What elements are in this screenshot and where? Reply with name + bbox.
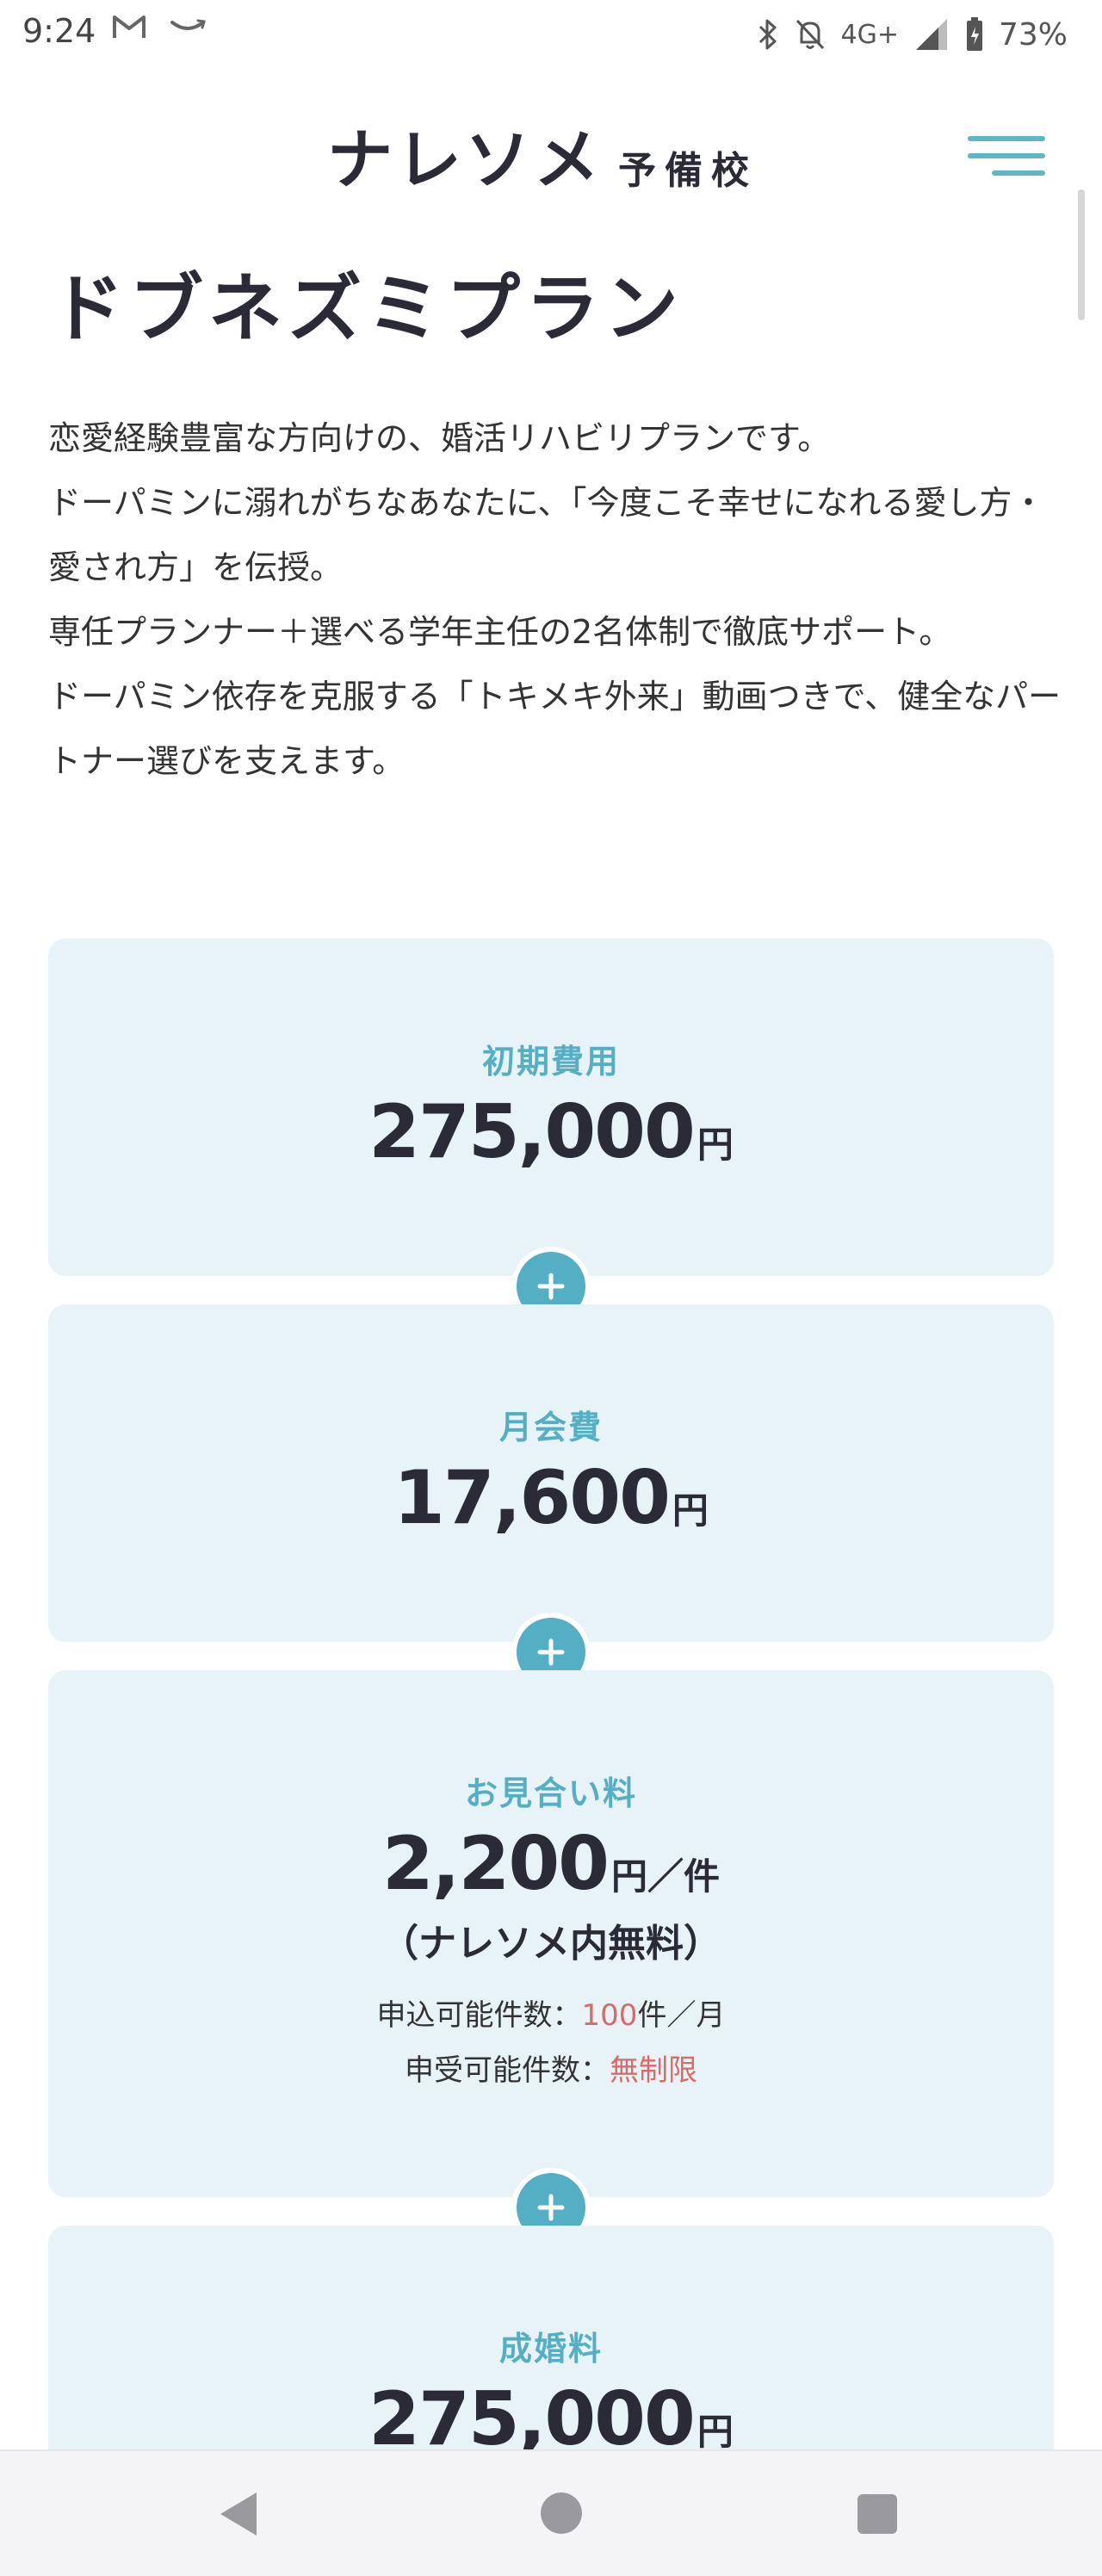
status-time: 9:24 [22,12,96,50]
status-bar: 9:24 4G+ 73% [0,0,1102,69]
plan-description: 恋愛経験豊富な方向けの、婚活リハビリプランです。 ドーパミンに溺れがちなあなたに… [48,406,1064,794]
navigation-bar [0,2449,1102,2576]
description-line: ドーパミン依存を克服する「トキメキ外来」動画つきで、健全なパートナー選びを支えま… [48,678,1062,780]
back-icon[interactable] [217,2491,260,2537]
amazon-icon [170,19,206,30]
gmail-icon [113,15,145,38]
status-icons: 4G+ 73% [757,10,1068,59]
price-label: 月会費 [498,1409,603,1446]
price-number: 17,600 [393,1455,671,1541]
price-label: 初期費用 [481,1043,620,1081]
apply-limit-value: 100 [581,1998,638,2033]
price-number: 2,200 [381,1821,610,1907]
logo-main-text: ナレソメ [327,121,603,198]
page-title: ドブネズミプラン [50,266,684,352]
description-line: 専任プランナー＋選べる学年主任の2名体制で徹底サポート。 [48,613,952,651]
price-unit: 円 [696,1124,734,1166]
hamburger-menu-icon[interactable] [968,136,1045,188]
price-card-omiai: お見合い料 2,200円／件 （ナレソメ内無料） 申込可能件数：100件／月 申… [48,1670,1054,2197]
price-unit: 円 [696,2411,734,2453]
battery-percent: 73% [998,16,1068,53]
apply-limit-label: 申込可能件数： [376,1998,582,2033]
receive-limit-label: 申受可能件数： [405,2053,610,2088]
apply-limit: 申込可能件数：100件／月 [48,1988,1054,2043]
page-scrollbar[interactable] [1078,189,1085,320]
site-header: ナレソメ 予備校 [0,103,1102,215]
price-unit: 円 [672,1489,709,1532]
price-card-monthly: 月会費 17,600円 [48,1304,1054,1642]
price-value: 2,200円／件 [48,1821,1054,1907]
price-per: ／件 [647,1855,721,1898]
network-type: 4G+ [840,19,899,50]
price-label: お見合い料 [464,1774,637,1812]
price-number: 275,000 [368,1089,696,1175]
price-value: 17,600円 [48,1455,1054,1541]
signal-icon [915,19,947,50]
home-icon[interactable] [541,2492,582,2534]
mute-icon [796,19,824,50]
price-unit: 円 [611,1855,648,1898]
logo-sub-text: 予備校 [618,149,758,193]
battery-icon [966,17,982,51]
price-value: 275,000円 [48,1089,1054,1175]
description-line: 恋愛経験豊富な方向けの、婚活リハビリプランです。 [48,419,831,457]
apply-limit-suffix: 件／月 [637,1998,726,2033]
description-line: ドーパミンに溺れがちなあなたに、「今度こそ幸せになれる愛し方・愛され方」を伝授。 [48,484,1045,586]
price-card-initial: 初期費用 275,000円 [48,938,1054,1276]
receive-limit: 申受可能件数：無制限 [48,2043,1054,2098]
price-label: 成婚料 [498,2330,603,2368]
bluetooth-icon [758,19,776,50]
price-note: （ナレソメ内無料） [381,1922,721,1966]
receive-limit-value: 無制限 [610,2053,697,2088]
site-logo[interactable]: ナレソメ 予備校 [327,119,758,201]
recent-apps-icon[interactable] [857,2494,897,2534]
